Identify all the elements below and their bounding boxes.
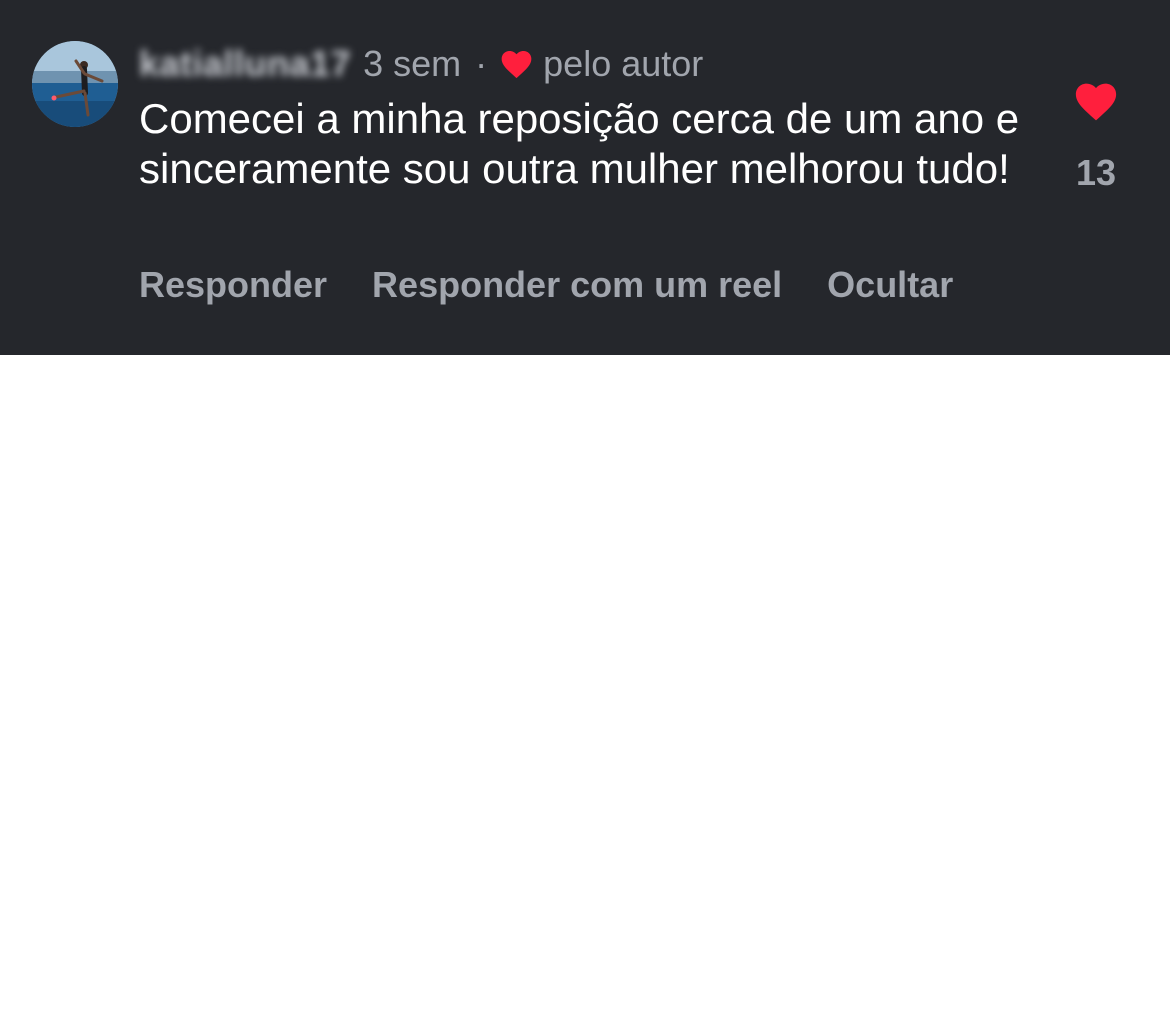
reply-button[interactable]: Responder <box>139 264 327 306</box>
like-heart-icon[interactable] <box>1075 82 1117 122</box>
like-count: 13 <box>1075 152 1117 193</box>
heart-icon <box>501 50 532 78</box>
avatar[interactable] <box>32 41 118 127</box>
avatar-photo <box>32 41 118 127</box>
username[interactable]: katialluna17 <box>139 43 351 85</box>
comment-text: Comecei a minha reposição cerca de um an… <box>139 95 1020 192</box>
hide-button[interactable]: Ocultar <box>827 264 953 306</box>
author-like-label: pelo autor <box>543 43 704 84</box>
comment-meta: katialluna17 3 sem · pelo autor <box>139 40 703 88</box>
comment-time: 3 sem <box>363 43 462 84</box>
comment-actions: Responder Responder com um reel Ocultar <box>139 264 998 306</box>
like-section: 13 <box>1068 82 1124 194</box>
comment-row: katialluna17 3 sem · pelo autor Comecei … <box>0 0 1170 355</box>
reply-with-reel-button[interactable]: Responder com um reel <box>372 264 782 306</box>
meta-separator: · <box>475 43 488 84</box>
